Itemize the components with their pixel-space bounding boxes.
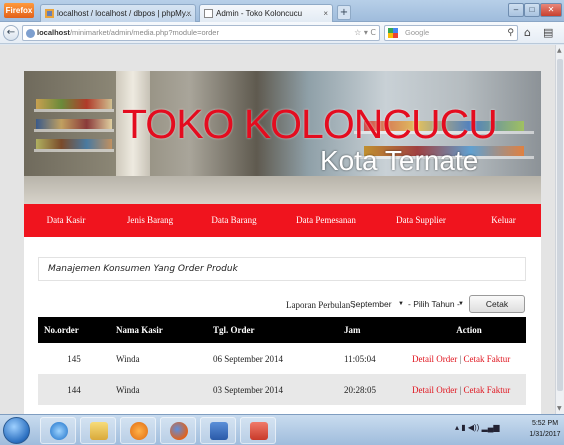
- windows-taskbar: ▴ ▮ ◀)) ▂▄▆ 5:52 PM 1/31/2017: [0, 414, 564, 445]
- action-cell: Detail Order | Cetak Faktur: [406, 374, 526, 405]
- url-text: localhost/minimarket/admin/media.php?mod…: [37, 28, 219, 37]
- site-identity-icon[interactable]: [26, 29, 35, 38]
- tab-title: Admin - Toko Koloncucu: [216, 9, 303, 18]
- clock-date: 1/31/2017: [529, 431, 561, 438]
- menu-icon[interactable]: ▤: [543, 26, 553, 39]
- column-header-jam: Jam: [338, 317, 406, 343]
- page-icon: [204, 9, 213, 18]
- banner-subtitle: Kota Ternate: [320, 145, 479, 176]
- order-number: 145: [67, 353, 81, 364]
- media-player-icon: [130, 422, 148, 440]
- scroll-up-icon[interactable]: ▲: [557, 47, 562, 54]
- internet-explorer-icon: [50, 422, 68, 440]
- taskbar-firefox-button[interactable]: [160, 417, 196, 444]
- url-bar[interactable]: localhost/minimarket/admin/media.php?mod…: [22, 25, 380, 41]
- taskbar-explorer-button[interactable]: [80, 417, 116, 444]
- google-icon[interactable]: [388, 28, 398, 38]
- year-select[interactable]: - Pilih Tahun - ▼: [408, 297, 466, 312]
- order-date: 03 September 2014: [207, 374, 338, 405]
- word-icon: [210, 422, 228, 440]
- taskbar-ie-button[interactable]: [40, 417, 76, 444]
- report-label: Laporan Perbulan :: [286, 300, 355, 310]
- back-button[interactable]: ←: [3, 25, 19, 41]
- print-report-button[interactable]: Cetak Laporan: [469, 295, 525, 325]
- start-button[interactable]: [3, 417, 30, 444]
- close-tab-icon[interactable]: ×: [186, 5, 191, 22]
- order-date: 06 September 2014: [213, 353, 283, 364]
- maximize-button[interactable]: □: [524, 3, 540, 17]
- page-scrollbar[interactable]: ▲ ▼: [555, 45, 564, 414]
- new-tab-button[interactable]: +: [337, 5, 351, 20]
- search-placeholder: Google: [405, 28, 430, 37]
- folder-icon: [90, 422, 108, 440]
- tab-title: localhost / localhost / dbpos | phpMy...: [57, 9, 192, 18]
- close-window-button[interactable]: ✕: [540, 3, 562, 17]
- action-cell: Detail Order | Cetak Faktur: [406, 343, 526, 374]
- navigation-bar: ← localhost/minimarket/admin/media.php?m…: [0, 22, 564, 44]
- firefox-icon: [170, 422, 188, 440]
- phpmyadmin-icon: [45, 9, 54, 18]
- main-menu: Data Kasir Jenis Barang Data Barang Data…: [24, 204, 541, 237]
- minimize-button[interactable]: –: [508, 3, 524, 17]
- print-invoice-link[interactable]: Cetak Faktur: [464, 354, 511, 364]
- column-header-no-order: No.order: [38, 317, 110, 343]
- cashier-name: Winda: [110, 374, 207, 405]
- month-value: September: [350, 299, 392, 309]
- order-time: 20:28:05: [338, 374, 406, 405]
- home-icon[interactable]: ⌂: [524, 26, 531, 39]
- browser-title-bar: Firefox localhost / localhost / dbpos | …: [0, 0, 564, 22]
- menu-data-kasir[interactable]: Data Kasir: [24, 204, 108, 237]
- month-select[interactable]: September ▼: [350, 297, 406, 312]
- system-tray[interactable]: ▴ ▮ ◀)) ▂▄▆: [455, 423, 500, 432]
- banner-title: TOKO KOLONCUCU: [122, 101, 498, 147]
- detail-order-link[interactable]: Detail Order: [412, 385, 457, 395]
- search-bar[interactable]: Google ⚲: [384, 25, 518, 41]
- close-tab-icon[interactable]: ×: [323, 5, 328, 22]
- action-separator: |: [459, 353, 462, 364]
- tab-phpmyadmin[interactable]: localhost / localhost / dbpos | phpMy...…: [40, 4, 196, 22]
- detail-order-link[interactable]: Detail Order: [412, 354, 457, 364]
- chevron-down-icon: ▼: [458, 301, 464, 307]
- page-container: TOKO KOLONCUCU Kota Ternate Data Kasir J…: [24, 71, 541, 414]
- web-page: TOKO KOLONCUCU Kota Ternate Data Kasir J…: [0, 45, 555, 414]
- firefox-menu-button[interactable]: Firefox: [4, 3, 34, 18]
- section-heading-box: Manajemen Konsumen Yang Order Produk: [38, 257, 526, 281]
- chevron-down-icon: ▼: [398, 301, 404, 307]
- clock-time: 5:52 PM: [531, 420, 559, 427]
- column-header-nama-kasir: Nama Kasir: [110, 317, 207, 343]
- search-icon[interactable]: ⚲: [507, 26, 514, 40]
- table-header-row: No.order Nama Kasir Tgl. Order Jam Actio…: [38, 317, 526, 343]
- scrollbar-thumb[interactable]: [557, 59, 563, 391]
- taskbar-word-button[interactable]: [200, 417, 236, 444]
- order-number: 144: [38, 374, 110, 405]
- orders-table: No.order Nama Kasir Tgl. Order Jam Actio…: [38, 317, 526, 405]
- cashier-name: Winda: [116, 353, 140, 364]
- column-header-action: Action: [406, 317, 526, 343]
- table-row: 144 Winda 03 September 2014 20:28:05 Det…: [38, 374, 526, 405]
- taskbar-clock[interactable]: 5:52 PM 1/31/2017: [528, 418, 562, 440]
- tab-admin-toko[interactable]: Admin - Toko Koloncucu ×: [199, 4, 333, 22]
- menu-data-supplier[interactable]: Data Supplier: [376, 204, 466, 237]
- table-row: 145 Winda 06 September 2014 11:05:04 Det…: [38, 343, 526, 374]
- year-value: - Pilih Tahun -: [408, 299, 460, 309]
- bookmark-star-icon[interactable]: ☆ ▾ C: [354, 26, 376, 40]
- menu-jenis-barang[interactable]: Jenis Barang: [108, 204, 192, 237]
- order-time: 11:05:04: [344, 353, 376, 364]
- taskbar-app-button[interactable]: [240, 417, 276, 444]
- scroll-down-icon[interactable]: ▼: [557, 405, 562, 412]
- print-invoice-link[interactable]: Cetak Faktur: [464, 385, 511, 395]
- section-heading: Manajemen Konsumen Yang Order Produk: [48, 264, 238, 274]
- menu-keluar[interactable]: Keluar: [466, 204, 541, 237]
- store-banner: TOKO KOLONCUCU Kota Ternate: [24, 71, 541, 204]
- taskbar-media-button[interactable]: [120, 417, 156, 444]
- app-icon: [250, 422, 268, 440]
- column-header-tgl-order: Tgl. Order: [207, 317, 338, 343]
- action-separator: |: [459, 384, 462, 395]
- menu-data-pemesanan[interactable]: Data Pemesanan: [276, 204, 376, 237]
- menu-data-barang[interactable]: Data Barang: [192, 204, 276, 237]
